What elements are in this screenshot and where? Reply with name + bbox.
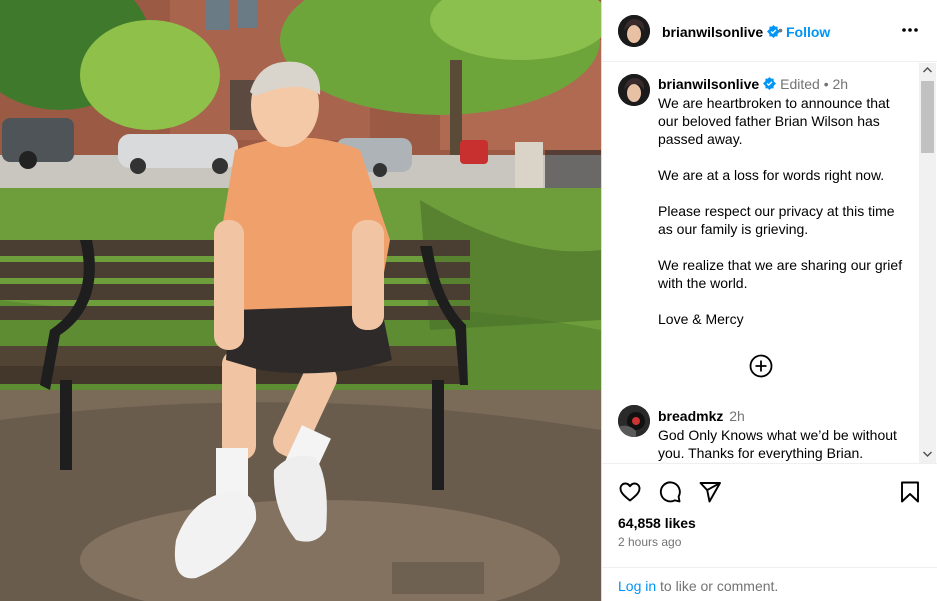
post-actions: 64,858 likes 2 hours ago Log in to like … <box>602 463 937 601</box>
comment-text: God Only Knows what we’d be without you.… <box>658 427 897 461</box>
caption-avatar[interactable] <box>618 74 650 106</box>
likes-count[interactable]: 64,858 likes <box>618 515 696 531</box>
commenter-username[interactable]: breadmkz <box>658 408 723 424</box>
verified-badge-icon <box>763 77 777 90</box>
caption-meta: Edited • 2h <box>780 76 849 92</box>
commenter-avatar[interactable] <box>618 405 650 437</box>
caption-header: brianwilsonlive Edited • 2h <box>658 76 848 92</box>
header-separator: • <box>778 22 783 38</box>
caption-paragraph: We are at a loss for words right now. <box>658 167 885 183</box>
load-more-comments-icon[interactable] <box>749 354 773 378</box>
scroll-down-arrow-icon[interactable] <box>923 451 932 457</box>
author-username-text: brianwilsonlive <box>662 24 764 40</box>
bookmark-icon[interactable] <box>898 480 922 504</box>
share-icon[interactable] <box>698 480 722 504</box>
photo-illustration <box>0 0 601 601</box>
follow-button[interactable]: Follow <box>786 24 830 40</box>
login-prompt-text: to like or comment. <box>656 578 779 594</box>
caption-paragraph: We realize that we are sharing our grief… <box>658 257 903 291</box>
comment-header: breadmkz 2h <box>658 408 745 424</box>
post-sidebar: brianwilsonlive • Follow brianwilsonlive… <box>601 0 937 601</box>
post-timestamp: 2 hours ago <box>618 535 682 549</box>
post-header: brianwilsonlive • Follow <box>602 0 937 62</box>
author-username[interactable]: brianwilsonlive <box>662 24 781 40</box>
comment-icon[interactable] <box>658 480 682 504</box>
caption-paragraph: We are heartbroken to announce that our … <box>658 95 890 147</box>
login-link[interactable]: Log in <box>618 578 656 594</box>
scrollbar[interactable] <box>919 63 936 463</box>
more-options-icon[interactable] <box>900 20 920 40</box>
comments-scroll-area[interactable]: brianwilsonlive Edited • 2h We are heartb… <box>602 63 937 463</box>
comment-time: 2h <box>729 408 745 424</box>
caption-paragraph: Please respect our privacy at this time … <box>658 203 895 237</box>
caption-paragraph: Love & Mercy <box>658 311 744 327</box>
scrollbar-thumb[interactable] <box>921 81 934 153</box>
scroll-up-arrow-icon[interactable] <box>923 67 932 73</box>
post-photo[interactable] <box>0 0 601 601</box>
author-avatar[interactable] <box>618 15 650 47</box>
caption-text: We are heartbroken to announce that our … <box>658 94 913 328</box>
heart-icon[interactable] <box>618 480 642 504</box>
login-prompt: Log in to like or comment. <box>602 567 937 601</box>
caption-username[interactable]: brianwilsonlive <box>658 76 759 92</box>
